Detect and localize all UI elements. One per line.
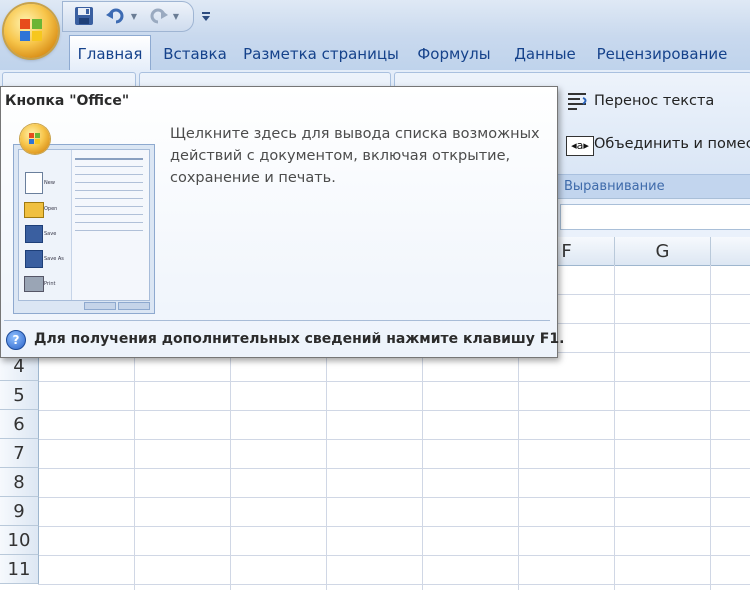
merge-center-button[interactable]: Объединить и помест [594,136,750,152]
tab-data[interactable]: Данные [506,36,584,70]
open-folder-icon [24,202,44,218]
customize-qat-icon[interactable] [198,6,214,26]
help-icon: ? [6,330,26,350]
preview-open-label: Open [44,206,58,212]
tab-review[interactable]: Рецензирование [590,36,734,70]
tab-home[interactable]: Главная [69,35,151,72]
office-logo-icon [20,19,42,41]
new-doc-icon [25,172,43,194]
preview-save-as-label: Save As [44,256,64,262]
tooltip-help-text: Для получения дополнительных сведений на… [34,331,565,347]
column-header-g[interactable]: G [615,237,711,265]
row-header-8[interactable]: 8 [0,468,39,497]
row-header-11[interactable]: 11 [0,555,39,584]
preview-save-label: Save [44,231,57,237]
wrap-text-button[interactable]: Перенос текста [594,93,714,109]
formula-input[interactable] [560,204,750,230]
redo-dropdown-icon[interactable]: ▼ [171,5,181,27]
tooltip-separator [4,320,550,321]
row-header-6[interactable]: 6 [0,410,39,439]
save-as-icon [25,250,43,268]
redo-icon[interactable] [147,5,169,27]
tab-formulas[interactable]: Формулы [408,36,500,70]
row-header-9[interactable]: 9 [0,497,39,526]
tooltip-description: Щелкните здесь для вывода списка возможн… [170,126,540,186]
merge-center-icon[interactable]: ◂a▸ [566,136,594,156]
preview-menu-panel: New Open Save Save As Print [18,149,150,301]
column-header[interactable] [711,237,750,265]
wrap-text-icon[interactable] [566,90,590,112]
row-header-5[interactable]: 5 [0,381,39,410]
save-icon[interactable] [73,5,95,27]
quick-access-toolbar: ▼ ▼ [62,1,194,32]
row-header-7[interactable]: 7 [0,439,39,468]
tab-page-layout[interactable]: Разметка страницы [240,36,402,70]
tab-insert[interactable]: Вставка [153,36,237,70]
save-disk-icon [25,225,43,243]
alignment-group-title: Выравнивание [556,174,750,199]
office-button[interactable] [4,4,58,58]
row-header-10[interactable]: 10 [0,526,39,555]
undo-dropdown-icon[interactable]: ▼ [129,5,139,27]
office-menu-preview-image: New Open Save Save As Print [13,144,155,314]
printer-icon [24,276,44,292]
preview-new-label: New [44,180,55,186]
preview-print-label: Print [44,281,56,287]
ribbon-tabs: Главная Вставка Разметка страницы Формул… [0,35,750,72]
undo-icon[interactable] [105,5,127,27]
office-button-preview-icon [20,124,50,154]
tooltip-title: Кнопка "Office" [5,93,130,109]
